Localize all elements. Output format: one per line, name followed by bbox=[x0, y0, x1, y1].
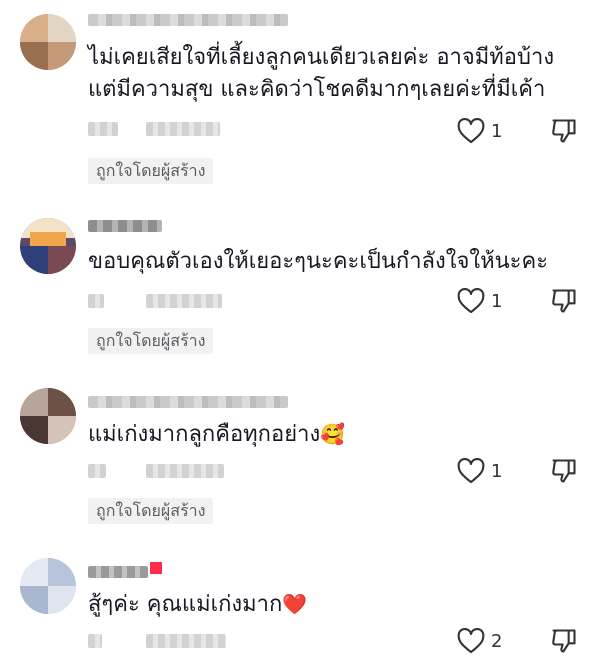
comment-item: ขอบคุณตัวเองให้เยอะๆนะคะเป็นกำลังใจให้นะ… bbox=[0, 190, 600, 360]
comment-item: แม่เก่งมากลูกคือทุกอย่าง🥰 ถูกใจโดยผู้สร้… bbox=[0, 360, 600, 530]
comment-item: สู้ๆค่ะ คุณแม่เก่งมาก❤️ 2 bbox=[0, 530, 600, 656]
like-button[interactable]: 1 bbox=[457, 287, 517, 315]
thumbs-down-icon[interactable] bbox=[550, 117, 578, 145]
like-count: 1 bbox=[491, 460, 503, 482]
comment-text-line: ขอบคุณตัวเองให้เยอะๆนะคะเป็นกำลังใจให้นะ… bbox=[88, 249, 549, 274]
flag-badge bbox=[150, 562, 162, 574]
heart-outline-icon bbox=[457, 458, 485, 484]
username[interactable] bbox=[88, 220, 162, 232]
like-button[interactable]: 1 bbox=[457, 117, 517, 145]
comment-text-line: แม่เก่งมากลูกคือทุกอย่าง🥰 bbox=[88, 418, 345, 451]
like-button[interactable]: 1 bbox=[457, 457, 517, 485]
like-count: 1 bbox=[491, 120, 503, 142]
avatar[interactable] bbox=[20, 388, 76, 444]
liked-by-creator-badge: ถูกใจโดยผู้สร้าง bbox=[88, 498, 214, 524]
heart-outline-icon bbox=[457, 628, 485, 654]
avatar[interactable] bbox=[20, 218, 76, 274]
username[interactable] bbox=[88, 396, 288, 408]
comment-text: แม่เก่งมากลูกคือทุกอย่าง bbox=[88, 422, 321, 447]
comment-item: ไม่เคยเสียใจที่เลี้ยงลูกคนเดียวเลยค่ะ อา… bbox=[0, 0, 600, 190]
username[interactable] bbox=[88, 14, 288, 26]
like-count: 1 bbox=[491, 290, 503, 312]
red-heart-emoji: ❤️ bbox=[282, 592, 308, 616]
username[interactable] bbox=[88, 566, 148, 578]
smiling-face-with-hearts-emoji: 🥰 bbox=[320, 422, 346, 446]
thumbs-down-icon[interactable] bbox=[550, 627, 578, 655]
thumbs-down-icon[interactable] bbox=[550, 457, 578, 485]
heart-outline-icon bbox=[457, 288, 485, 314]
liked-by-creator-badge: ถูกใจโดยผู้สร้าง bbox=[88, 158, 214, 184]
like-count: 2 bbox=[491, 630, 503, 652]
comment-text-line: แต่มีความสุข และคิดว่าโชคดีมากๆเลยค่ะที่… bbox=[88, 77, 546, 102]
comment-text-line: สู้ๆค่ะ คุณแม่เก่งมาก❤️ bbox=[88, 588, 307, 621]
avatar[interactable] bbox=[20, 14, 76, 70]
liked-by-creator-badge: ถูกใจโดยผู้สร้าง bbox=[88, 328, 214, 354]
thumbs-down-icon[interactable] bbox=[550, 287, 578, 315]
heart-outline-icon bbox=[457, 118, 485, 144]
comment-text: สู้ๆค่ะ คุณแม่เก่งมาก bbox=[88, 592, 283, 617]
comment-text-line: ไม่เคยเสียใจที่เลี้ยงลูกคนเดียวเลยค่ะ อา… bbox=[88, 45, 555, 70]
like-button[interactable]: 2 bbox=[457, 627, 517, 655]
avatar[interactable] bbox=[20, 558, 76, 614]
